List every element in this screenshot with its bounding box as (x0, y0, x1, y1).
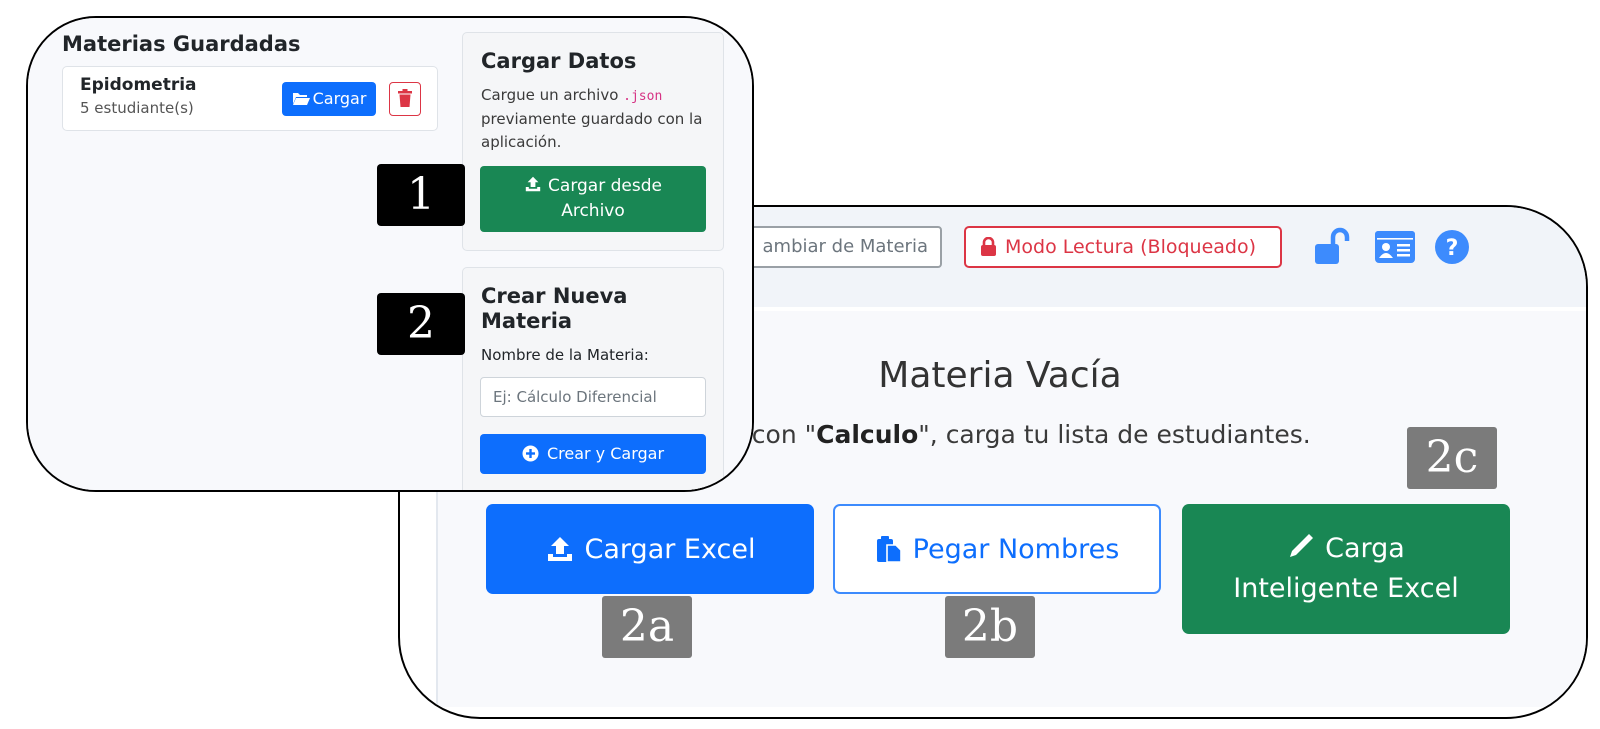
annotation-tag-2b: 2b (945, 596, 1035, 658)
subject-name: Calculo (816, 420, 919, 449)
lock-icon (981, 236, 996, 256)
annotation-tag-2a: 2a (602, 596, 692, 658)
svg-text:?: ? (1446, 236, 1459, 261)
annotation-tag-2: 2 (377, 293, 465, 355)
question-circle-icon[interactable]: ? (1434, 229, 1470, 265)
saved-subjects-title: Materias Guardadas (62, 32, 301, 56)
subject-name-label: Nombre de la Materia: (481, 346, 649, 364)
upload-excel-label: Cargar Excel (584, 533, 756, 565)
load-from-file-label: Cargar desde Archivo (524, 174, 662, 224)
lock-open-icon[interactable] (1313, 227, 1353, 267)
id-card-icon[interactable] (1375, 231, 1415, 263)
create-subject-card: Crear Nueva Materia Nombre de la Materia… (462, 267, 724, 490)
read-mode-label: Modo Lectura (Bloqueado) (1005, 236, 1256, 258)
upload-icon (525, 176, 541, 192)
paste-names-button[interactable]: Pegar Nombres (833, 504, 1161, 594)
create-and-load-button[interactable]: Crear y Cargar (480, 434, 706, 474)
load-data-title: Cargar Datos (481, 49, 637, 73)
annotation-tag-1: 1 (377, 164, 465, 226)
pencil-icon (1290, 534, 1314, 557)
subject-management-panel: Materias Guardadas Epidometria 5 estudia… (26, 16, 754, 492)
load-data-description: Cargue un archivo .json previamente guar… (481, 86, 703, 151)
saved-subject-count: 5 estudiante(s) (80, 99, 194, 117)
load-data-card: Cargar Datos Cargue un archivo .json pre… (462, 32, 724, 251)
delete-subject-button[interactable] (389, 82, 421, 116)
smart-excel-button[interactable]: Carga Inteligente Excel (1182, 504, 1510, 634)
trash-icon (398, 89, 412, 107)
read-mode-button[interactable]: Modo Lectura (Bloqueado) (964, 226, 1282, 268)
saved-subject-item: Epidometria 5 estudiante(s) Cargar (62, 66, 438, 131)
paste-names-label: Pegar Nombres (912, 533, 1120, 565)
saved-subject-name: Epidometria (80, 75, 197, 95)
plus-circle-icon (522, 445, 539, 462)
upload-excel-button[interactable]: Cargar Excel (486, 504, 814, 594)
paste-icon (876, 536, 902, 563)
load-from-file-button[interactable]: Cargar desde Archivo (480, 166, 706, 232)
smart-excel-label: Carga Inteligente Excel (1233, 533, 1459, 604)
load-subject-button[interactable]: Cargar (282, 82, 376, 116)
upload-icon (547, 537, 572, 561)
folder-open-icon (292, 93, 310, 105)
subject-name-input[interactable] (480, 377, 706, 417)
annotation-tag-2c: 2c (1407, 427, 1497, 489)
create-subject-title: Crear Nueva Materia (481, 284, 628, 333)
